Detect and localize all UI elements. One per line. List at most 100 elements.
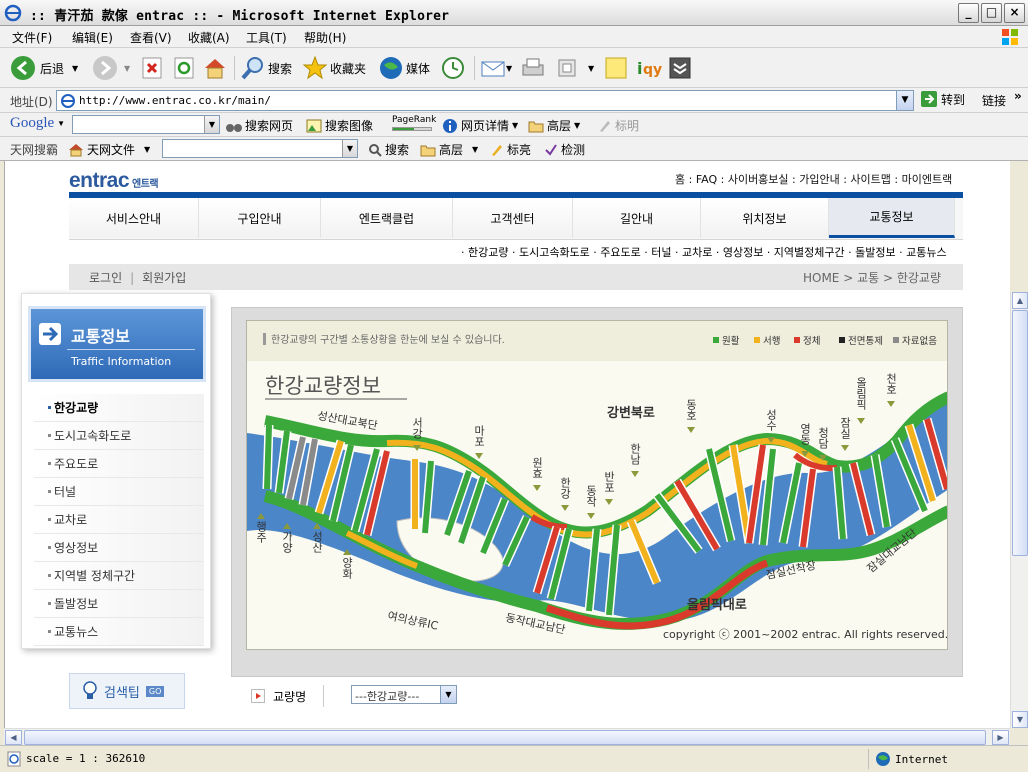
close-button[interactable]: × <box>1004 3 1025 23</box>
mail-dropdown-icon[interactable]: ▼ <box>506 64 512 73</box>
edit-dropdown-icon[interactable]: ▼ <box>588 64 594 73</box>
bridge-name-label[interactable]: 성산 <box>311 531 324 553</box>
maximize-button[interactable]: □ <box>981 3 1002 23</box>
vertical-scroll-thumb[interactable] <box>1012 310 1028 556</box>
pencil-icon <box>600 120 610 132</box>
nav-traffic-info[interactable]: 교통정보 <box>829 198 955 238</box>
search-tip-button[interactable]: 검색팁 GO <box>69 673 185 709</box>
tianwang-check-button[interactable]: 检测 <box>544 141 585 158</box>
bridge-name-label[interactable]: 올림픽 <box>855 377 868 410</box>
bridge-name-label[interactable]: 마포 <box>473 425 486 447</box>
minimize-button[interactable]: _ <box>958 3 979 23</box>
mail-button[interactable]: ▼ <box>480 55 512 81</box>
go-button[interactable]: 转到 <box>920 90 965 108</box>
login-link[interactable]: 로그인 <box>89 271 122 285</box>
nav-customer-center[interactable]: 고객센터 <box>453 198 573 238</box>
tianwang-search-dropdown-icon[interactable]: ▼ <box>342 140 357 157</box>
bridge-name-label[interactable]: 동작 <box>585 485 598 507</box>
tianwang-highlight-button[interactable]: 高层 ▼ <box>420 141 478 158</box>
sidebar-item-main-roads[interactable]: 주요도로 <box>34 450 204 478</box>
menu-favorites[interactable]: 收藏(A) <box>188 29 230 46</box>
nav-purchase-info[interactable]: 구입안내 <box>199 198 321 238</box>
google-search-dropdown-icon[interactable]: ▼ <box>204 116 219 133</box>
chevron-right-icon[interactable]: » <box>1014 89 1022 103</box>
bridge-name-label[interactable]: 행주 <box>255 521 268 543</box>
tianwang-search-input[interactable]: ▼ <box>162 139 358 158</box>
bridge-name-label[interactable]: 한남 <box>629 443 642 465</box>
bridge-bar[interactable] <box>264 424 272 490</box>
forward-dropdown-icon[interactable]: ▼ <box>124 64 130 73</box>
search-button[interactable]: 搜索 <box>240 55 292 81</box>
forward-button[interactable]: ▼ <box>92 55 130 81</box>
top-links[interactable]: 홈 : FAQ : 사이버홍보실 : 가입안내 : 사이트맵 : 마이엔트랙 <box>675 171 952 187</box>
sidebar-item-urban-expressway[interactable]: 도시고속화도로 <box>34 422 204 450</box>
menu-help[interactable]: 帮助(H) <box>304 29 346 46</box>
bridge-name-label[interactable]: 잠실 <box>839 417 852 439</box>
tianwang-search-button[interactable]: 搜索 <box>368 141 409 158</box>
vertical-scrollbar[interactable]: ▲ ▼ <box>1010 292 1028 728</box>
sidebar-item-regional-congestion[interactable]: 지역별 정체구간 <box>34 562 204 590</box>
stop-button[interactable] <box>140 55 164 81</box>
sidebar-item-tunnels[interactable]: 터널 <box>34 478 204 506</box>
scroll-right-icon[interactable]: ▶ <box>992 730 1009 745</box>
bridge-name-label[interactable]: 성수 <box>765 409 778 431</box>
scroll-down-icon[interactable]: ▼ <box>1012 711 1028 728</box>
bridge-name-label[interactable]: 청담 <box>817 427 830 449</box>
home-button[interactable] <box>202 55 228 81</box>
site-logo[interactable]: entrac 엔트랙 <box>69 169 159 193</box>
favorites-button[interactable]: 收藏夹 <box>302 55 366 81</box>
status-text: scale = 1 : 362610 <box>26 752 146 765</box>
back-dropdown-icon[interactable]: ▼ <box>72 64 78 73</box>
history-button[interactable] <box>440 55 466 81</box>
menu-file[interactable]: 文件(F) <box>12 29 52 46</box>
signup-link[interactable]: 회원가입 <box>142 271 186 285</box>
tianwang-files-button[interactable]: 天网文件 ▼ <box>68 141 150 158</box>
sidebar-item-video-info[interactable]: 영상정보 <box>34 534 204 562</box>
media-button[interactable]: 媒体 <box>378 55 430 81</box>
sidebar-item-traffic-news[interactable]: 교통뉴스 <box>34 618 204 646</box>
bridge-name-label[interactable]: 천호 <box>885 372 898 395</box>
horizontal-scroll-thumb[interactable] <box>24 730 986 745</box>
bridge-select[interactable]: ---한강교량--- ▼ <box>351 685 457 704</box>
bridge-name-label[interactable]: 원효 <box>531 457 544 479</box>
bridge-name-label[interactable]: 반포 <box>603 471 616 493</box>
highlight-button[interactable]: 高层 ▼ <box>528 117 580 134</box>
print-button[interactable] <box>520 55 546 81</box>
back-button[interactable]: 后退 ▼ <box>10 55 78 81</box>
sidebar-item-incidents[interactable]: 돌발정보 <box>34 590 204 618</box>
messenger-button[interactable]: i qy <box>636 55 662 81</box>
horizontal-scrollbar[interactable]: ◀ ▶ <box>4 728 1010 745</box>
edit-button[interactable]: ▼ <box>556 55 594 81</box>
refresh-button[interactable] <box>172 55 196 81</box>
tianwang-mark-button[interactable]: 标亮 <box>490 141 531 158</box>
bridge-name-label[interactable]: 가양 <box>281 531 294 553</box>
nav-directions[interactable]: 길안내 <box>573 198 701 238</box>
bookmark-button[interactable]: 标明 <box>598 117 639 134</box>
menu-view[interactable]: 查看(V) <box>130 29 172 46</box>
nav-entrac-club[interactable]: 엔트랙클럽 <box>321 198 453 238</box>
scroll-left-icon[interactable]: ◀ <box>5 730 22 745</box>
links-label[interactable]: 链接 <box>982 92 1006 109</box>
google-logo[interactable]: Google ▼ <box>10 115 65 132</box>
bridge-name-label[interactable]: 양화 <box>341 557 354 580</box>
bridge-name-label[interactable]: 영동 <box>799 423 812 445</box>
bridge-name-label[interactable]: 한강 <box>559 477 572 499</box>
bridge-name-label[interactable]: 서강 <box>411 417 424 439</box>
nav-service-info[interactable]: 서비스안내 <box>69 198 199 238</box>
scroll-up-icon[interactable]: ▲ <box>1012 292 1028 309</box>
sidebar-item-han-river-bridges[interactable]: 한강교량 <box>34 394 204 422</box>
sub-nav[interactable]: · 한강교량 · 도시고속화도로 · 주요도로 · 터널 · 교차로 · 영상정… <box>461 244 947 260</box>
address-dropdown-icon[interactable]: ▼ <box>896 91 913 110</box>
google-search-web-button[interactable]: 搜索网页 <box>226 117 293 134</box>
menu-edit[interactable]: 编辑(E) <box>72 29 113 46</box>
sidebar-item-intersections[interactable]: 교차로 <box>34 506 204 534</box>
address-input[interactable]: http://www.entrac.co.kr/main/ ▼ <box>56 90 914 111</box>
note-button[interactable] <box>604 55 628 81</box>
google-search-input[interactable]: ▼ <box>72 115 220 134</box>
bridge-name-label[interactable]: 동호 <box>685 399 698 421</box>
research-button[interactable] <box>668 55 692 81</box>
nav-location-info[interactable]: 위치정보 <box>701 198 829 238</box>
google-search-images-button[interactable]: 搜索图像 <box>306 117 373 134</box>
page-info-button[interactable]: 网页详情 ▼ <box>442 117 518 134</box>
menu-tools[interactable]: 工具(T) <box>246 29 287 46</box>
